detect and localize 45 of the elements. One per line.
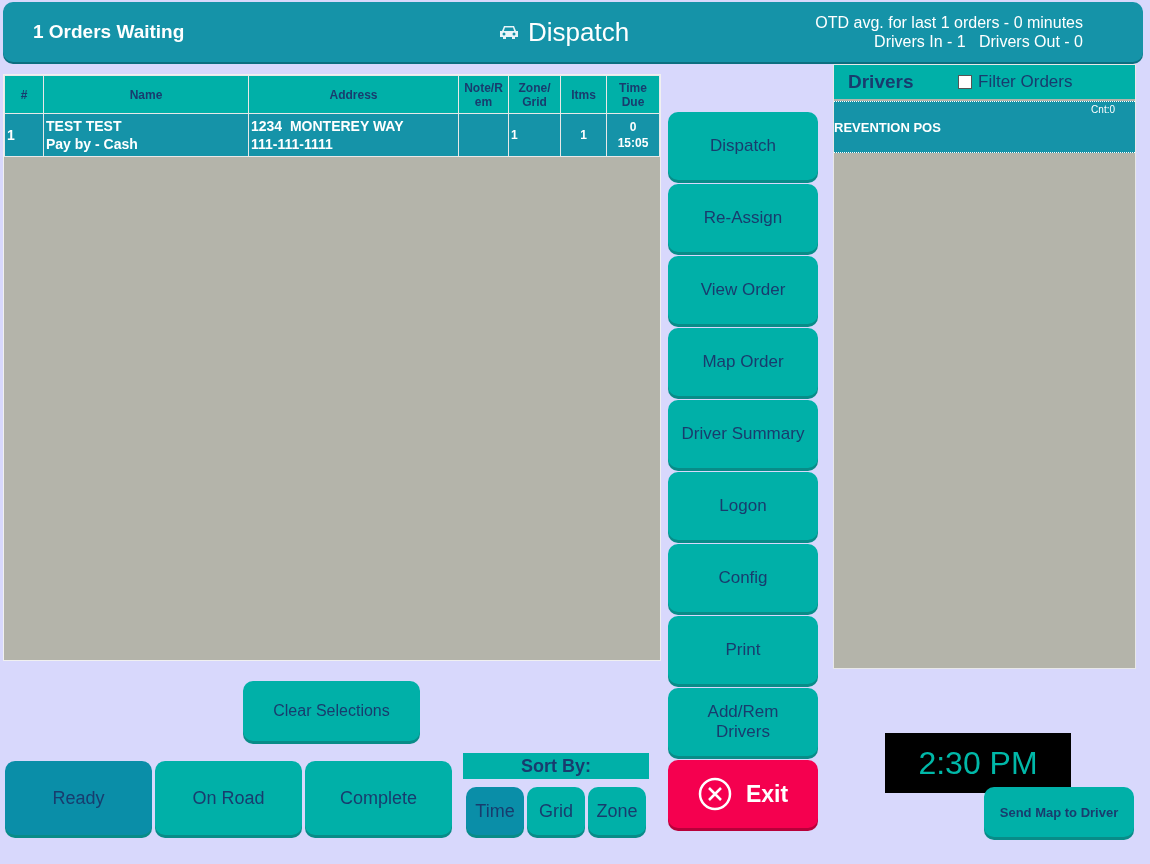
table-cell: 1 <box>511 128 518 142</box>
table-cell: 1 <box>7 127 15 143</box>
column-header: # <box>4 75 44 114</box>
sort-by-label: Sort By: <box>463 753 649 779</box>
column-header: Address <box>248 75 459 114</box>
driver-name: REVENTION POS <box>834 119 941 135</box>
close-icon <box>697 777 732 811</box>
car-icon <box>498 24 520 40</box>
clock-display: 2:30 PM <box>885 733 1071 793</box>
status-filter-button[interactable]: Ready <box>5 761 152 835</box>
driver-count: Cnt:0 <box>1091 104 1115 115</box>
send-map-button[interactable]: Send Map to Driver <box>984 787 1134 837</box>
action-button[interactable]: View Order <box>668 256 818 324</box>
status-filter-button[interactable]: On Road <box>155 761 302 835</box>
table-cell: 1234 MONTEREY WAY 111-111-1111 <box>251 118 404 152</box>
sort-option-button[interactable]: Time <box>466 787 524 835</box>
driver-row[interactable]: REVENTION POS Cnt:0 <box>834 101 1135 153</box>
action-button[interactable]: Config <box>668 544 818 612</box>
table-cell: 1 <box>580 128 587 142</box>
action-button[interactable]: Logon <box>668 472 818 540</box>
table-cell: TEST TEST Pay by - Cash <box>46 118 138 152</box>
column-header: Time Due <box>606 75 660 114</box>
sort-option-button[interactable]: Zone <box>588 787 646 835</box>
table-cell: 0 15:05 <box>617 120 649 150</box>
action-button[interactable]: Re-Assign <box>668 184 818 252</box>
action-button[interactable]: Map Order <box>668 328 818 396</box>
sort-option-button[interactable]: Grid <box>527 787 585 835</box>
status-filter-button[interactable]: Complete <box>305 761 452 835</box>
column-header: Name <box>43 75 249 114</box>
table-row[interactable]: 1 TEST TEST Pay by - Cash 1234 MONTEREY WAY 111-111-1111 1 1 0 15:05 <box>4 113 660 157</box>
action-button[interactable]: Add/Rem Drivers <box>668 688 818 756</box>
column-header: Note/R em <box>458 75 509 114</box>
stat-text: OTD avg. for last 1 orders - 0 minutes <box>815 13 1083 32</box>
stat-text: Drivers In - 1 Drivers Out - 0 <box>874 32 1083 51</box>
column-header: Itms <box>560 75 607 114</box>
action-button[interactable]: Dispatch <box>668 112 818 180</box>
column-header: Zone/ Grid <box>508 75 561 114</box>
window-title: Dispatch <box>528 16 630 48</box>
action-button[interactable]: Driver Summary <box>668 400 818 468</box>
clear-selections-button[interactable]: Clear Selections <box>243 681 420 741</box>
panel-title: Drivers <box>848 71 915 93</box>
action-button[interactable]: Print <box>668 616 818 684</box>
exit-button[interactable]: Exit <box>668 760 818 828</box>
filter-orders-checkbox[interactable]: Filter Orders <box>958 72 1073 92</box>
orders-waiting-count: 1 Orders Waiting <box>33 21 186 43</box>
